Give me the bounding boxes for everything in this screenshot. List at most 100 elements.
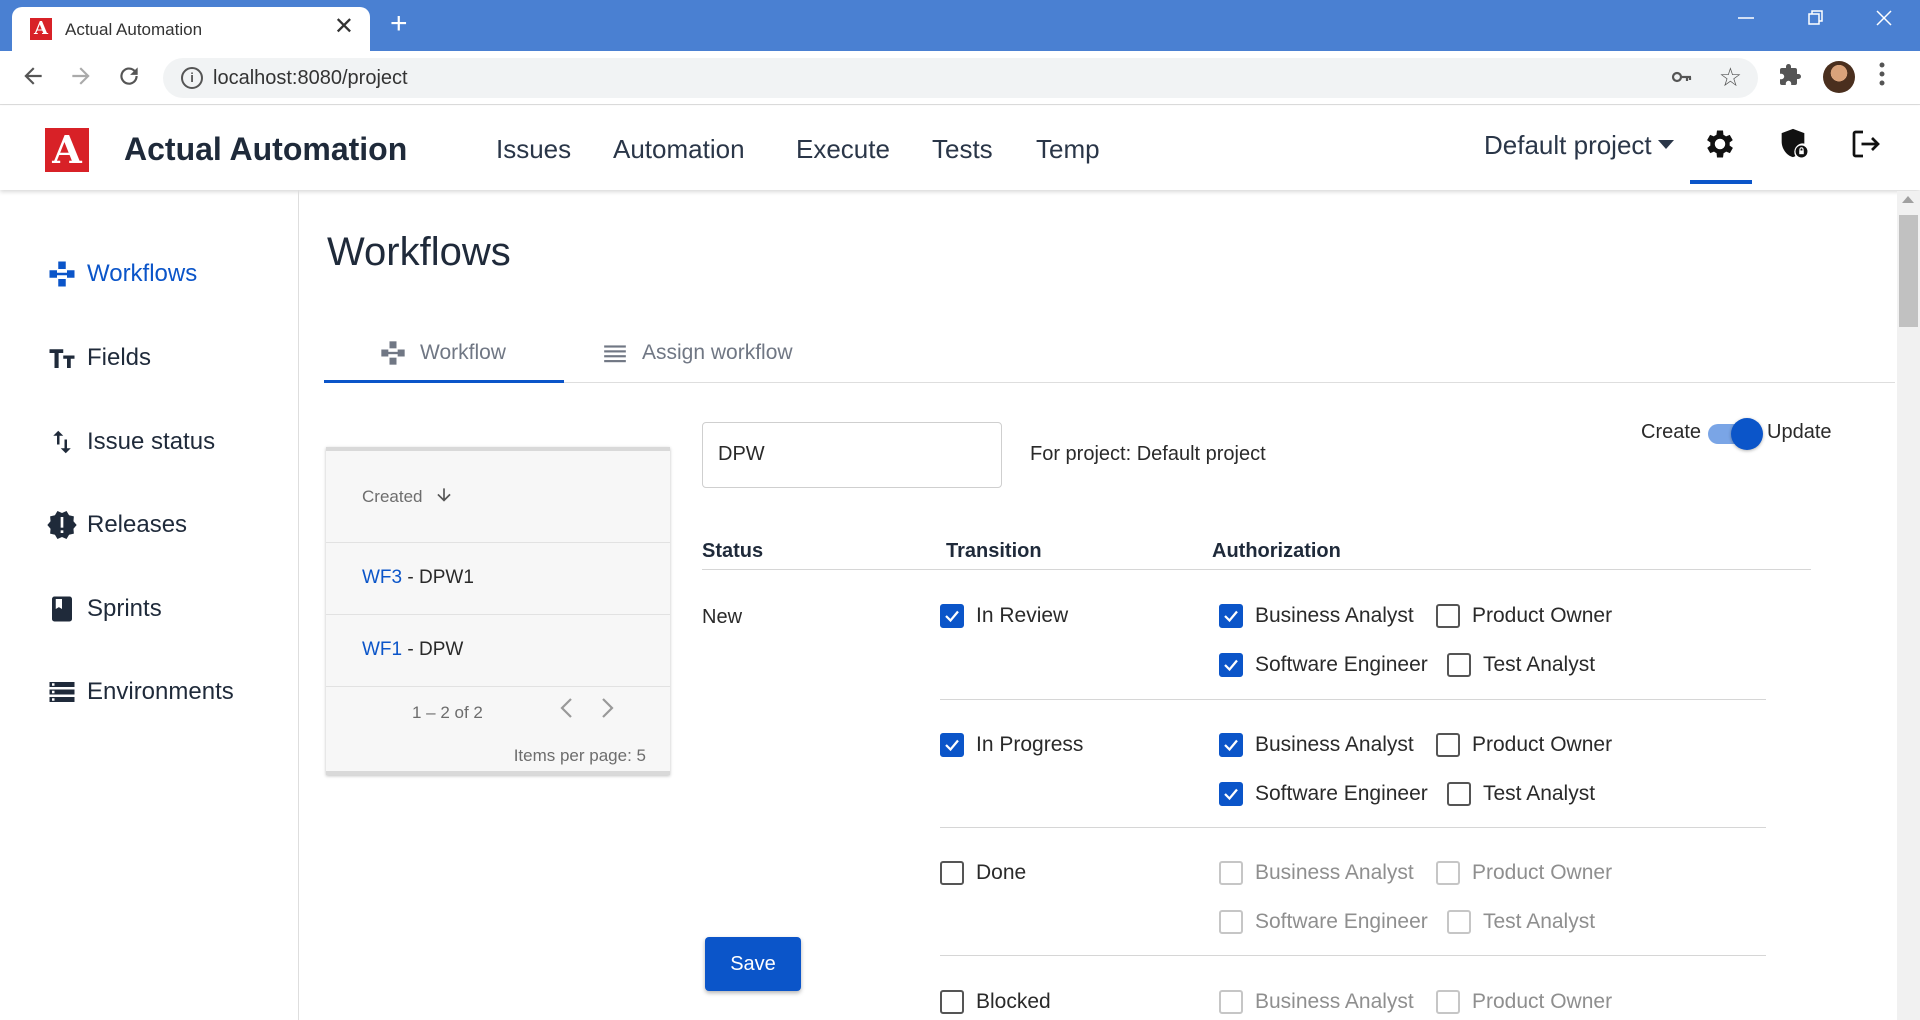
checkbox-label: Product Owner [1472, 990, 1613, 1013]
checkbox-icon[interactable] [1219, 990, 1243, 1014]
role-checkbox-business-analyst[interactable]: Business Analyst [1219, 990, 1414, 1014]
checkbox-checked-icon[interactable] [1219, 733, 1243, 757]
chevron-right-icon[interactable] [596, 695, 618, 726]
chevron-left-icon[interactable] [556, 695, 578, 726]
checkbox-checked-icon[interactable] [940, 733, 964, 757]
role-checkbox-business-analyst[interactable]: Business Analyst [1219, 733, 1414, 757]
sidebar-item-sprints[interactable]: Sprints [45, 592, 162, 626]
checkbox-checked-icon[interactable] [1219, 604, 1243, 628]
checkbox-icon[interactable] [1447, 782, 1471, 806]
restore-icon[interactable] [1806, 8, 1826, 34]
list-header: Created [326, 451, 670, 543]
role-checkbox-product-owner[interactable]: Product Owner [1436, 604, 1612, 628]
role-checkbox-product-owner[interactable]: Product Owner [1436, 990, 1612, 1014]
role-checkbox-test-analyst[interactable]: Test Analyst [1447, 782, 1595, 806]
reload-icon[interactable] [116, 63, 142, 94]
role-checkbox-software-engineer[interactable]: Software Engineer [1219, 910, 1428, 934]
sidebar-item-issue-status[interactable]: Issue status [45, 425, 215, 459]
role-checkbox-test-analyst[interactable]: Test Analyst [1447, 653, 1595, 677]
close-tab-icon[interactable]: ✕ [334, 15, 354, 39]
forward-icon[interactable] [68, 63, 94, 94]
browser-menu-icon[interactable] [1878, 60, 1886, 95]
nav-execute[interactable]: Execute [796, 134, 890, 165]
transition-checkbox[interactable]: In Progress [940, 733, 1083, 757]
checkbox-icon[interactable] [1436, 861, 1460, 885]
checkbox-icon[interactable] [1219, 861, 1243, 885]
items-per-page[interactable]: Items per page: 5 [514, 746, 646, 766]
pager-range: 1 – 2 of 2 [412, 703, 483, 722]
sort-header-created[interactable]: Created [362, 487, 422, 507]
save-button[interactable]: Save [705, 937, 801, 991]
checkbox-label: Business Analyst [1255, 990, 1414, 1013]
sidebar-item-environments[interactable]: Environments [45, 675, 234, 709]
project-select[interactable]: Default project [1484, 130, 1674, 161]
role-checkbox-test-analyst[interactable]: Test Analyst [1447, 910, 1595, 934]
sidebar-item-workflows[interactable]: Workflows [45, 257, 197, 291]
new-tab-icon[interactable]: + [390, 9, 408, 39]
shield-lock-icon[interactable] [1776, 126, 1816, 166]
checkbox-icon[interactable] [1436, 604, 1460, 628]
sidebar-item-label: Fields [87, 344, 152, 371]
gear-icon[interactable] [1702, 126, 1742, 166]
logout-icon[interactable] [1848, 126, 1888, 166]
role-checkbox-product-owner[interactable]: Product Owner [1436, 733, 1612, 757]
transition-checkbox[interactable]: In Review [940, 604, 1068, 628]
nav-tests[interactable]: Tests [932, 134, 993, 165]
profile-avatar[interactable] [1823, 61, 1855, 93]
scrollbar-thumb[interactable] [1899, 215, 1918, 327]
checkbox-checked-icon[interactable] [1219, 782, 1243, 806]
tab-workflow[interactable]: Workflow [378, 323, 506, 383]
logo[interactable]: A [45, 128, 89, 172]
role-checkbox-product-owner[interactable]: Product Owner [1436, 861, 1612, 885]
workflow-id-link[interactable]: WF3 [362, 567, 402, 588]
role-checkbox-software-engineer[interactable]: Software Engineer [1219, 782, 1428, 806]
checkbox-icon[interactable] [940, 861, 964, 885]
status-new: New [702, 606, 743, 628]
sidebar-item-label: Issue status [87, 428, 216, 455]
sidebar-item-releases[interactable]: Releases [45, 508, 187, 542]
nav-issues[interactable]: Issues [496, 134, 571, 165]
site-info-icon[interactable]: i [181, 67, 203, 89]
toggle-knob[interactable] [1731, 418, 1763, 450]
checkbox-icon[interactable] [940, 990, 964, 1014]
sidebar-item-fields[interactable]: Fields [45, 341, 151, 375]
new-releases-icon [45, 508, 79, 542]
close-window-icon[interactable] [1874, 8, 1894, 34]
checkbox-icon[interactable] [1436, 990, 1460, 1014]
transition-checkbox[interactable]: Blocked [940, 990, 1051, 1014]
browser-tab[interactable]: A Actual Automation ✕ [12, 7, 370, 51]
sidebar-item-label: Workflows [87, 260, 198, 287]
bookmark-star-icon[interactable]: ☆ [1719, 62, 1742, 93]
checkbox-icon[interactable] [1447, 910, 1471, 934]
checkbox-icon[interactable] [1219, 910, 1243, 934]
minimize-icon[interactable] [1736, 8, 1756, 34]
workflow-name-input[interactable]: DPW [702, 422, 1002, 488]
divider [940, 827, 1766, 828]
arrow-down-icon[interactable] [434, 485, 454, 510]
checkbox-icon[interactable] [1447, 653, 1471, 677]
transition-checkbox[interactable]: Done [940, 861, 1026, 885]
list-item[interactable]: WF1 - DPW [326, 615, 670, 687]
back-icon[interactable] [20, 63, 46, 94]
key-icon[interactable] [1670, 65, 1694, 95]
list-item[interactable]: WF3 - DPW1 [326, 543, 670, 615]
scroll-up-icon[interactable] [1902, 196, 1914, 203]
app-header: A Actual Automation Issues Automation Ex… [0, 106, 1920, 190]
workflow-name: - DPW [402, 639, 464, 660]
nav-automation[interactable]: Automation [613, 134, 745, 165]
checkbox-checked-icon[interactable] [940, 604, 964, 628]
column-header-status: Status [702, 540, 764, 562]
checkbox-label: Business Analyst [1255, 733, 1414, 756]
brand-title[interactable]: Actual Automation [124, 131, 407, 168]
checkbox-checked-icon[interactable] [1219, 653, 1243, 677]
tab-bar: Workflow Assign workflow [324, 323, 1895, 383]
nav-temp[interactable]: Temp [1036, 134, 1100, 165]
checkbox-icon[interactable] [1436, 733, 1460, 757]
role-checkbox-software-engineer[interactable]: Software Engineer [1219, 653, 1428, 677]
role-checkbox-business-analyst[interactable]: Business Analyst [1219, 861, 1414, 885]
url-input[interactable]: i localhost:8080/project ☆ [163, 58, 1758, 98]
extensions-icon[interactable] [1778, 63, 1802, 94]
role-checkbox-business-analyst[interactable]: Business Analyst [1219, 604, 1414, 628]
tab-assign-workflow[interactable]: Assign workflow [600, 323, 793, 383]
workflow-id-link[interactable]: WF1 [362, 639, 402, 660]
